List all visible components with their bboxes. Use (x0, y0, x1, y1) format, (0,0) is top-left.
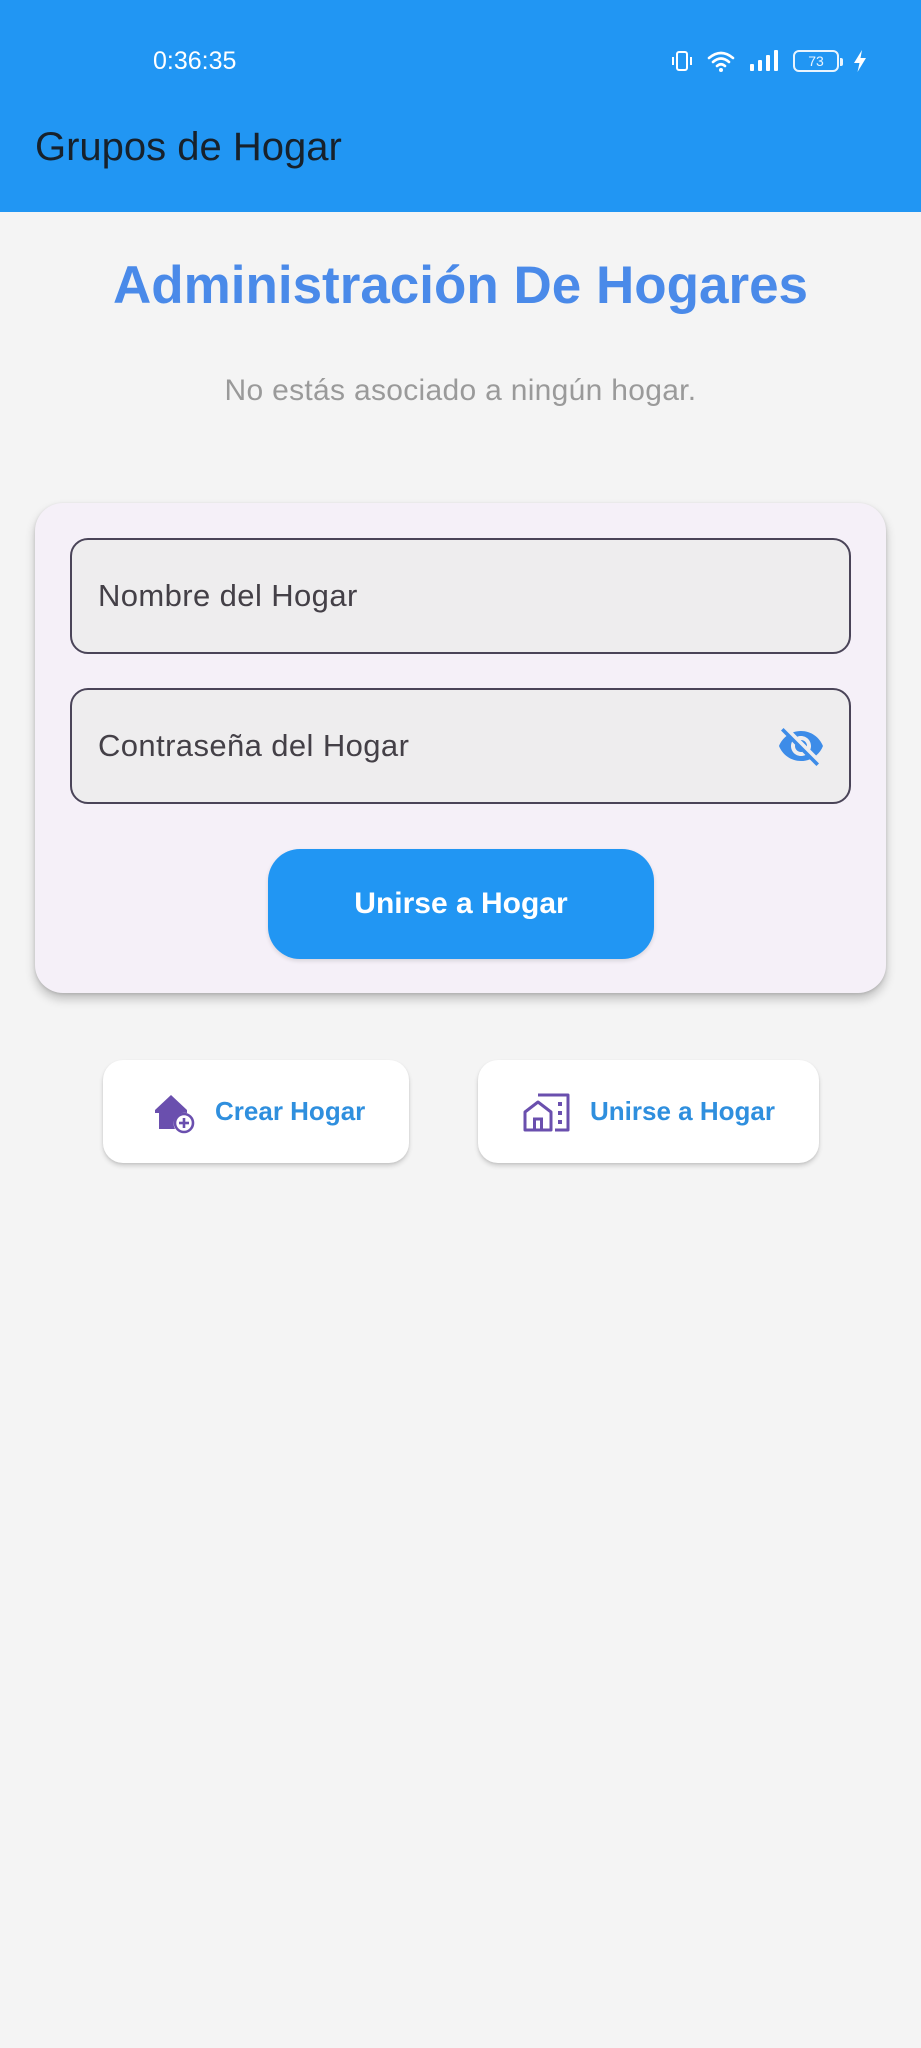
no-home-message: No estás asociado a ningún hogar. (224, 374, 697, 407)
home-name-input[interactable]: Nombre del Hogar (70, 538, 851, 654)
vibrate-icon (671, 49, 693, 73)
battery-level: 73 (808, 53, 824, 69)
signal-icon (749, 49, 779, 73)
join-home-button[interactable]: Unirse a Hogar (268, 849, 654, 959)
home-name-placeholder: Nombre del Hogar (98, 578, 358, 613)
home-password-placeholder: Contraseña del Hogar (98, 728, 410, 763)
status-time: 0:36:35 (153, 47, 237, 75)
join-home-card: Nombre del Hogar Contraseña del Hogar Un… (35, 503, 886, 993)
charging-icon (853, 49, 867, 73)
join-home-mode-button[interactable]: Unirse a Hogar (478, 1060, 819, 1163)
create-home-button[interactable]: Crear Hogar (103, 1060, 409, 1163)
status-icons: 73 (671, 46, 867, 76)
visibility-off-icon[interactable] (777, 722, 825, 770)
battery-icon: 73 (793, 50, 843, 72)
join-home-mode-label: Unirse a Hogar (590, 1096, 775, 1126)
home-work-icon (522, 1090, 590, 1134)
app-bar: 0:36:35 73 Grupos de Hogar (0, 0, 921, 212)
wifi-icon (707, 49, 735, 73)
home-password-input[interactable]: Contraseña del Hogar (70, 688, 851, 804)
page-title: Administración De Hogares (112, 256, 809, 315)
add-home-icon (151, 1089, 215, 1135)
create-home-label: Crear Hogar (215, 1096, 366, 1126)
app-bar-title: Grupos de Hogar (35, 125, 342, 169)
